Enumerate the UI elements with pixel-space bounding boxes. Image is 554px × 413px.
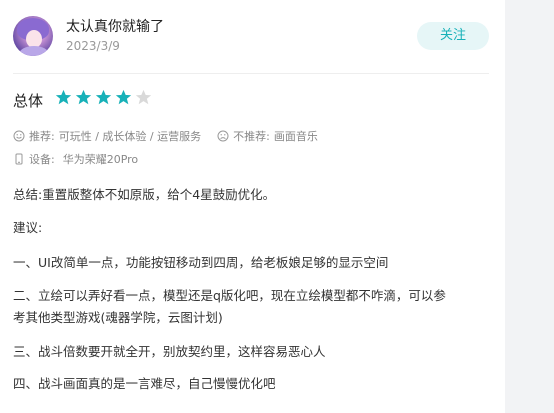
follow-button[interactable]: 关注: [417, 22, 489, 50]
review-suggest-heading: 建议:: [13, 220, 43, 235]
recommend-line: 推荐: 可玩性 / 成长体验 / 运营服务 不推荐: 画面音乐: [13, 128, 318, 144]
not-recommend-prefix: 不推荐:: [233, 130, 270, 143]
username[interactable]: 太认真你就输了: [66, 16, 164, 36]
page-background-gutter: [505, 0, 554, 413]
star-filled-icon: [75, 89, 92, 105]
divider: [13, 73, 489, 74]
star-rating: [55, 89, 152, 106]
review-item-3: 三、战斗倍数要开就全开，别放契约里，这样容易恶心人: [13, 344, 326, 359]
star-filled-icon: [55, 89, 72, 105]
device-name: 华为荣耀20Pro: [62, 153, 139, 166]
review-card: 太认真你就输了 2023/3/9 关注 总体 推荐: 可玩性 / 成长体验 / …: [0, 0, 505, 413]
phone-icon: [15, 153, 23, 165]
recommend-items: 可玩性 / 成长体验 / 运营服务: [58, 130, 202, 143]
avatar[interactable]: [13, 16, 53, 56]
review-item-4: 四、战斗画面真的是一言难尽，自己慢慢优化吧: [13, 376, 276, 391]
smile-icon: [13, 130, 25, 142]
review-date: 2023/3/9: [66, 39, 120, 53]
star-filled-icon: [95, 89, 112, 105]
device-line: 设备: 华为荣耀20Pro: [13, 151, 138, 167]
star-filled-icon: [115, 89, 132, 105]
rating-label: 总体: [13, 92, 44, 110]
review-item-2-line-2: 考其他类型游戏(魂器学院，云图计划): [13, 310, 223, 325]
review-item-2-line-1: 二、立绘可以弄好看一点，模型还是q版化吧，现在立绘模型都不咋滴，可以参: [13, 288, 446, 303]
review-item-1: 一、UI改简单一点，功能按钮移动到四周，给老板娘足够的显示空间: [13, 255, 389, 270]
frown-icon: [217, 130, 229, 142]
star-empty-icon: [135, 89, 152, 105]
device-prefix: 设备:: [29, 153, 55, 166]
recommend-prefix: 推荐:: [29, 130, 55, 143]
not-recommend-items: 画面音乐: [273, 130, 318, 143]
review-summary: 总结:重置版整体不如原版，给个4星鼓励优化。: [13, 187, 276, 202]
